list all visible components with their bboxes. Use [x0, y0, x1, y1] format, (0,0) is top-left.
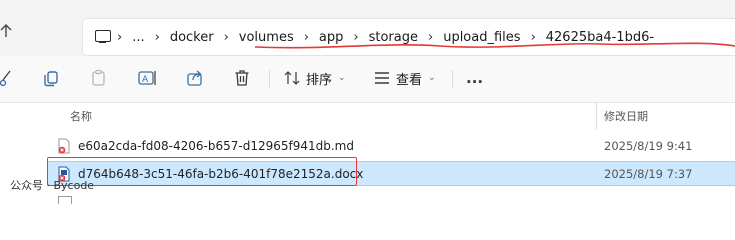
sort-label: 排序	[306, 72, 333, 88]
watermark: 公众号 · Bycode	[10, 179, 95, 192]
delete-icon[interactable]	[234, 66, 250, 90]
file-date: 2025/8/19 7:37	[604, 167, 693, 181]
column-header-row: 名称 修改日期	[0, 102, 735, 130]
svg-text:A: A	[142, 75, 149, 85]
partial-file-row[interactable]	[48, 196, 735, 204]
sort-arrows-icon	[284, 71, 300, 85]
red-underline-annotation	[254, 42, 735, 49]
column-header-name[interactable]: 名称	[70, 108, 92, 124]
chevron-down-icon: ⌄	[338, 73, 346, 83]
paste-icon[interactable]	[90, 66, 108, 90]
address-bar-area: › ... › docker › volumes › app › storage…	[0, 6, 735, 56]
file-icon	[58, 196, 72, 204]
file-name[interactable]: e60a2cda-fd08-4206-b657-d12965f941db.md	[78, 139, 354, 153]
md-file-error-icon	[58, 138, 70, 154]
cut-icon[interactable]	[0, 66, 12, 90]
rename-icon[interactable]: A	[138, 66, 158, 90]
file-row[interactable]: e60a2cda-fd08-4206-b657-d12965f941db.md …	[48, 134, 735, 159]
more-icon: ...	[466, 69, 484, 87]
column-header-date[interactable]: 修改日期	[604, 108, 648, 124]
view-button[interactable]: 查看 ⌄	[374, 66, 436, 90]
column-divider[interactable]	[596, 102, 597, 130]
more-options-button[interactable]: ...	[466, 66, 483, 90]
command-bar: A 排序 ⌄ 查看 ⌄ ...	[0, 56, 735, 103]
view-list-icon	[375, 72, 389, 84]
copy-icon[interactable]	[42, 66, 60, 90]
share-icon[interactable]	[186, 66, 204, 90]
chevron-down-icon: ⌄	[428, 73, 436, 83]
file-date: 2025/8/19 9:41	[604, 139, 693, 153]
toolbar-divider	[269, 70, 270, 88]
sort-button[interactable]: 排序 ⌄	[284, 66, 346, 90]
view-label: 查看	[396, 72, 423, 88]
toolbar-divider	[452, 70, 453, 88]
